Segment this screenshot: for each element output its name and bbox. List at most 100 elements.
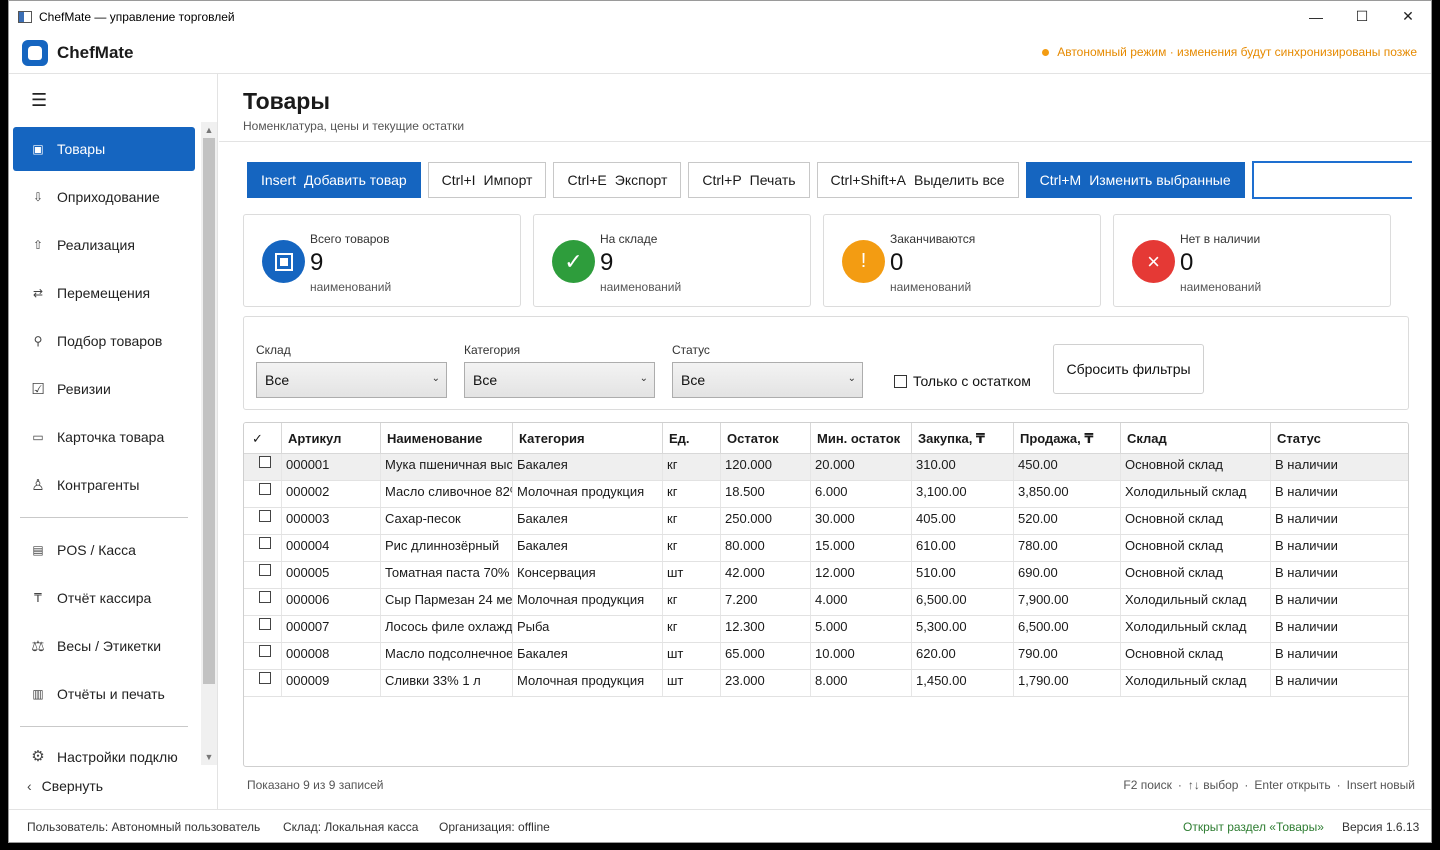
- column-header-min-stock[interactable]: Мин. остаток: [811, 423, 912, 454]
- category-cell: Бакалея: [513, 508, 663, 534]
- sidebar-item-contractors[interactable]: ♙ Контрагенты: [13, 463, 195, 507]
- table-row[interactable]: 000008 Масло подсолнечное Бакалея шт 65.000 1…: [244, 643, 1408, 670]
- table-row[interactable]: 000002 Масло сливочное 82% Молочная продук…: [244, 481, 1408, 508]
- row-checkbox[interactable]: [259, 537, 271, 549]
- collapse-label: Свернуть: [41, 778, 104, 794]
- sale-cell: 3,850.00: [1014, 481, 1121, 507]
- purchase-cell: 405.00: [912, 508, 1014, 534]
- button-label: Экспорт: [614, 172, 668, 188]
- warehouse-select[interactable]: Все ⌄: [256, 362, 447, 398]
- sidebar-item-cashier-report[interactable]: ₸ Отчёт кассира: [13, 576, 195, 620]
- import-button[interactable]: Ctrl+I Импорт: [427, 162, 547, 198]
- row-checkbox[interactable]: [259, 483, 271, 495]
- column-header-stock[interactable]: Остаток: [721, 423, 811, 454]
- box-icon: [262, 240, 305, 283]
- column-header-name[interactable]: Наименование: [381, 423, 513, 454]
- column-header-sku[interactable]: Артикул: [282, 423, 381, 454]
- sale-cell: 450.00: [1014, 454, 1121, 480]
- sidebar-divider: [20, 517, 188, 518]
- only-in-stock-checkbox[interactable]: Только с остатком: [894, 373, 1031, 389]
- export-button[interactable]: Ctrl+E Экспорт: [553, 162, 682, 198]
- sidebar-item-reports[interactable]: ▥ Отчёты и печать: [13, 672, 195, 716]
- row-checkbox[interactable]: [259, 618, 271, 630]
- table-row[interactable]: 000007Лосось филе охлаждённоеРыбакг12.30…: [244, 616, 1408, 643]
- tenge-icon: ₸: [34, 591, 42, 605]
- checkbox-icon: ☑: [31, 381, 45, 398]
- transfer-icon: ⇄: [32, 286, 44, 300]
- sidebar-item-transfers[interactable]: ⇄ Перемещения: [13, 271, 195, 315]
- menu-icon[interactable]: ☰: [31, 90, 47, 111]
- sidebar-item-receipt[interactable]: ⇩ Оприходование: [13, 175, 195, 219]
- close-button[interactable]: ✕: [1385, 1, 1431, 32]
- maximize-button[interactable]: ☐: [1339, 1, 1385, 32]
- shortcut-label: Ctrl+E: [567, 172, 607, 188]
- reset-filters-button[interactable]: Сбросить фильтры: [1053, 344, 1204, 394]
- column-header-warehouse[interactable]: Склад: [1121, 423, 1271, 454]
- sidebar-item-sales[interactable]: ⇧ Реализация: [13, 223, 195, 267]
- sidebar-item-label: Отчёты и печать: [57, 686, 165, 702]
- scroll-down-icon[interactable]: ▼: [201, 749, 217, 765]
- row-checkbox[interactable]: [259, 564, 271, 576]
- select-all-button[interactable]: Ctrl+Shift+A Выделить все: [816, 162, 1019, 198]
- settings-icon: ⚙: [31, 748, 45, 765]
- row-select-cell: [244, 481, 282, 507]
- sidebar-item-audits[interactable]: ☑ Ревизии: [13, 367, 195, 411]
- checkbox-box[interactable]: [894, 374, 907, 388]
- table-row[interactable]: 000009 Сливки 33% 1 л Молочная продукция шт…: [244, 670, 1408, 697]
- status-cell: В наличии: [1275, 646, 1338, 661]
- sidebar-scrollbar[interactable]: ▲ ▼: [201, 122, 217, 765]
- sidebar-item-label: Отчёт кассира: [57, 590, 152, 606]
- purchase-cell: 6,500.00: [912, 589, 1014, 615]
- stock-cell: 80.000: [721, 535, 811, 561]
- print-button[interactable]: Ctrl+P Печать: [688, 162, 810, 198]
- table-row[interactable]: 000003 Сахар-песок Бакалея кг 250.000 30.000 4…: [244, 508, 1408, 535]
- row-checkbox[interactable]: [259, 456, 271, 468]
- sidebar-item-scales[interactable]: ⚖ Весы / Этикетки: [13, 624, 195, 668]
- category-cell: Рыба: [513, 616, 663, 642]
- status-select[interactable]: Все ⌄: [672, 362, 863, 398]
- scrollbar-thumb[interactable]: [203, 138, 215, 684]
- table-row[interactable]: 000006 Сыр Пармезан 24 мес Молочная продук…: [244, 589, 1408, 616]
- app-header: ChefMate Автономный режим · изменения бу…: [9, 32, 1431, 74]
- stat-label: Всего товаров: [310, 232, 390, 246]
- search-input[interactable]: [1251, 161, 1412, 199]
- chevron-left-icon: ‹: [27, 778, 32, 794]
- column-header-select[interactable]: ✓: [244, 423, 282, 454]
- collapse-sidebar-button[interactable]: ‹ Свернуть: [27, 778, 103, 794]
- table-row[interactable]: 000004 Рис длиннозёрный Бакалея кг 80.000 15.…: [244, 535, 1408, 562]
- column-header-purchase-price[interactable]: Закупка, ₸: [912, 423, 1014, 454]
- column-header-category[interactable]: Категория: [513, 423, 663, 454]
- column-header-status[interactable]: Статус: [1271, 423, 1408, 454]
- stat-unit: наименований: [890, 280, 972, 294]
- sku-cell: 000001: [282, 454, 381, 480]
- sku-cell: 000002: [282, 481, 381, 507]
- stat-card-running-low: ! Заканчиваются 0 наименований: [823, 214, 1101, 307]
- scroll-up-icon[interactable]: ▲: [201, 122, 217, 138]
- row-select-cell: [244, 454, 282, 480]
- table-row[interactable]: 000005 Томатная паста 70% Консервация шт 42.…: [244, 562, 1408, 589]
- warehouse-cell: Основной склад: [1121, 643, 1271, 669]
- offline-notice-text: Автономный режим · изменения будут синхр…: [1057, 45, 1417, 59]
- column-header-unit[interactable]: Ед.: [663, 423, 721, 454]
- select-value: Все: [473, 372, 498, 388]
- stat-label: На складе: [600, 232, 658, 246]
- row-checkbox[interactable]: [259, 591, 271, 603]
- sidebar-item-product-search[interactable]: ⚲ Подбор товаров: [13, 319, 195, 363]
- unit-cell: кг: [663, 589, 721, 615]
- name-cell: Лосось филе охлаждённое: [381, 616, 513, 642]
- minimize-button[interactable]: —: [1293, 1, 1339, 32]
- sidebar-item-product-card[interactable]: ▭ Карточка товара: [13, 415, 195, 459]
- row-checkbox[interactable]: [259, 645, 271, 657]
- sidebar-item-settings[interactable]: ⚙ Настройки подклю: [13, 737, 195, 765]
- sidebar-item-products[interactable]: ▣ Товары: [13, 127, 195, 171]
- row-checkbox[interactable]: [259, 510, 271, 522]
- search-icon: ⚲: [33, 334, 43, 348]
- add-product-button[interactable]: Insert Добавить товар: [247, 162, 421, 198]
- column-header-sale-price[interactable]: Продажа, ₸: [1014, 423, 1121, 454]
- sidebar-item-pos[interactable]: ▤ POS / Касса: [13, 528, 195, 572]
- category-cell: Консервация: [513, 562, 663, 588]
- row-checkbox[interactable]: [259, 672, 271, 684]
- edit-selected-button[interactable]: Ctrl+M Изменить выбранные: [1025, 162, 1245, 198]
- table-row[interactable]: 000001Мука пшеничная высший сортБакалеяк…: [244, 454, 1408, 481]
- category-select[interactable]: Все ⌄: [464, 362, 655, 398]
